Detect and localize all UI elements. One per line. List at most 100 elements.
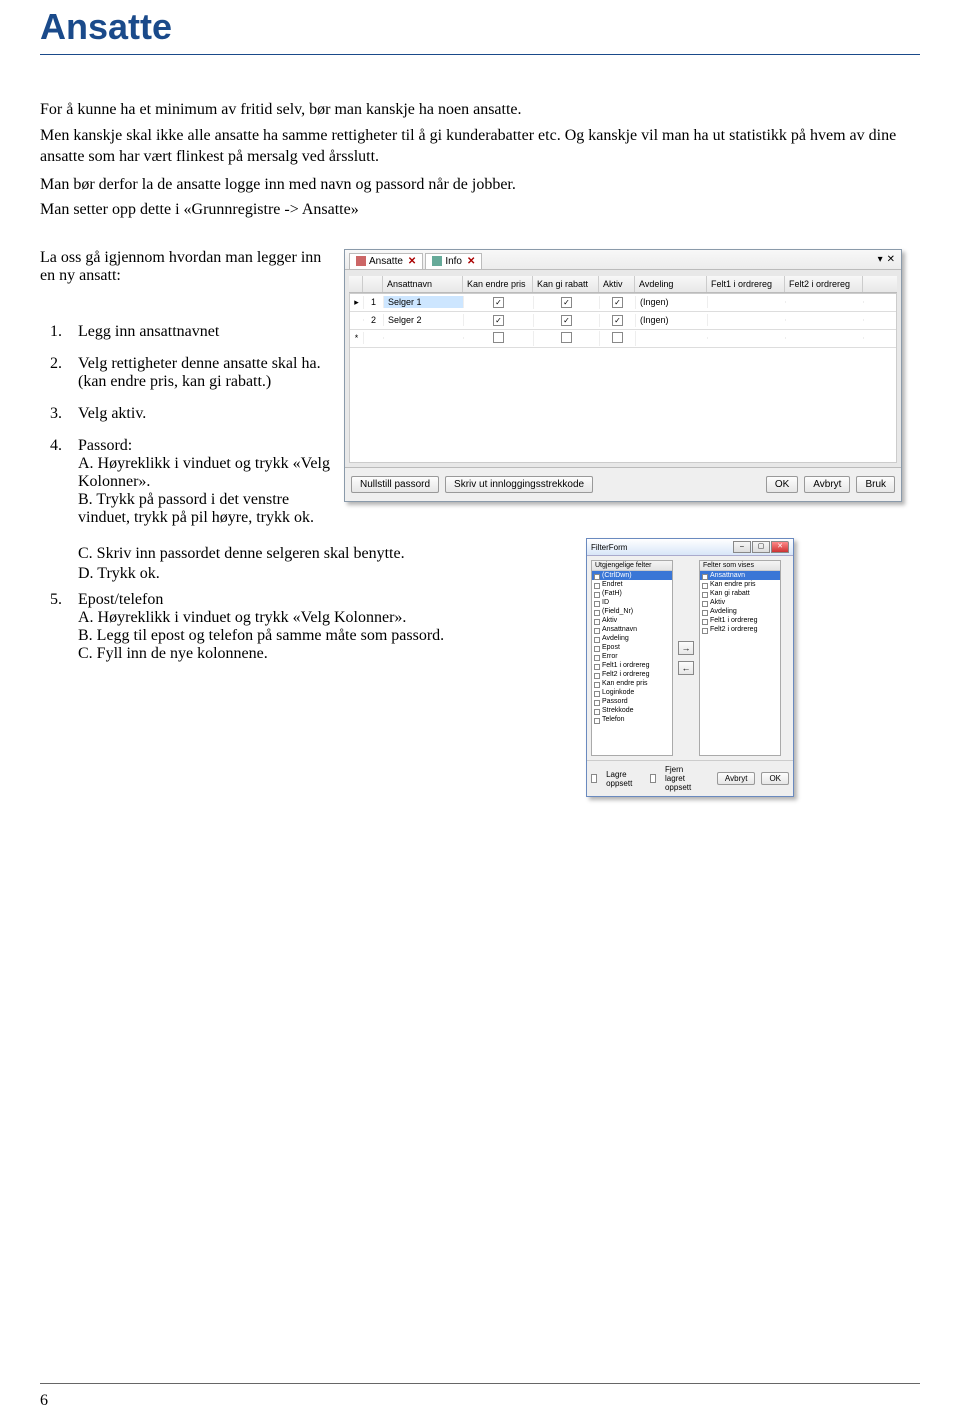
maximize-icon[interactable]: ▢ <box>752 541 770 553</box>
close-panel-icon[interactable]: ✕ <box>887 254 895 265</box>
step-4: Passord: A. Høyreklikk i vinduet og tryk… <box>60 437 330 527</box>
fjern-oppsett-label: Fjern lagret oppsett <box>665 765 705 792</box>
row-avd[interactable]: (Ingen) <box>636 314 708 326</box>
step-4-title: Passord: <box>78 437 132 454</box>
list-item[interactable]: Ansattnavn <box>592 625 672 634</box>
list-item[interactable]: Kan endre pris <box>592 679 672 688</box>
arrow-left-button[interactable]: ← <box>678 661 694 675</box>
step-5a: A. Høyreklikk i vinduet og trykk «Velg K… <box>78 609 600 627</box>
row-avd[interactable]: (Ingen) <box>636 296 708 308</box>
list-item[interactable]: Felt2 i ordrereg <box>700 625 780 634</box>
ansatte-tab-icon <box>356 256 366 266</box>
list-item[interactable]: Felt1 i ordrereg <box>592 661 672 670</box>
list-item[interactable]: Passord <box>592 697 672 706</box>
ansatte-window: Ansatte ✕ Info ✕ ▾ ✕ Ansattnavn Kan endre p… <box>344 249 902 502</box>
intro-p4: Man setter opp dette i «Grunnregistre ->… <box>40 199 920 221</box>
lagre-oppsett-label: Lagre oppsett <box>606 770 634 788</box>
list-item[interactable]: Kan gi rabatt <box>700 589 780 598</box>
close-icon[interactable]: ✕ <box>408 256 416 267</box>
step-5-title: Epost/telefon <box>78 591 163 608</box>
step-4a: A. Høyreklikk i vinduet og trykk «Velg K… <box>78 455 330 491</box>
table-row[interactable]: ▸ 1 Selger 1 ✓ ✓ ✓ (Ingen) <box>350 294 896 312</box>
row-num: 2 <box>364 314 384 326</box>
grid-body[interactable]: ▸ 1 Selger 1 ✓ ✓ ✓ (Ingen) 2 Selger 2 ✓ … <box>349 293 897 463</box>
visible-fields-list[interactable]: Felter som vises AnsattnavnKan endre pri… <box>699 560 781 756</box>
list-item[interactable]: ID <box>592 598 672 607</box>
list-item[interactable]: (CtrlDwn) <box>592 571 672 580</box>
checkbox-icon[interactable]: ✓ <box>612 315 623 326</box>
visible-fields-header: Felter som vises <box>700 561 780 571</box>
list-item[interactable]: Strekkode <box>592 706 672 715</box>
nullstill-passord-button[interactable]: Nullstill passord <box>351 476 439 493</box>
col-avdeling[interactable]: Avdeling <box>635 276 707 292</box>
footer-rule <box>40 1383 920 1384</box>
row-num: 1 <box>364 296 384 308</box>
list-item[interactable]: Aktiv <box>592 616 672 625</box>
lead-in: La oss gå igjennom hvordan man legger in… <box>40 249 330 285</box>
arrow-right-button[interactable]: → <box>678 641 694 655</box>
intro-p1: For å kunne ha et minimum av fritid selv… <box>40 99 920 121</box>
checkbox-icon[interactable]: ✓ <box>493 315 504 326</box>
tab-ansatte[interactable]: Ansatte ✕ <box>349 253 423 269</box>
title-rule <box>40 54 920 55</box>
checkbox-icon[interactable] <box>591 774 597 783</box>
checkbox-icon[interactable] <box>493 332 504 343</box>
ok-button[interactable]: OK <box>766 476 798 493</box>
dialog-title: FilterForm <box>591 543 733 552</box>
col-felt2[interactable]: Felt2 i ordrereg <box>785 276 863 292</box>
col-kan-gi-rabatt[interactable]: Kan gi rabatt <box>533 276 599 292</box>
list-item[interactable]: Endret <box>592 580 672 589</box>
page-number: 6 <box>40 1392 48 1410</box>
list-item[interactable]: Felt1 i ordrereg <box>700 616 780 625</box>
dropdown-icon[interactable]: ▾ <box>878 254 883 265</box>
list-item[interactable]: Loginkode <box>592 688 672 697</box>
list-item[interactable]: (Field_Nr) <box>592 607 672 616</box>
tab-info[interactable]: Info ✕ <box>425 253 482 269</box>
dialog-avbryt-button[interactable]: Avbryt <box>717 772 756 785</box>
checkbox-icon[interactable] <box>650 774 656 783</box>
list-item[interactable]: Avdeling <box>700 607 780 616</box>
minimize-icon[interactable]: – <box>733 541 751 553</box>
skriv-ut-button[interactable]: Skriv ut innloggingsstrekkode <box>445 476 593 493</box>
bruk-button[interactable]: Bruk <box>856 476 895 493</box>
row-name[interactable]: Selger 1 <box>384 296 464 308</box>
intro-p3: Man bør derfor la de ansatte logge inn m… <box>40 174 920 196</box>
col-aktiv[interactable]: Aktiv <box>599 276 635 292</box>
list-item[interactable]: Avdeling <box>592 634 672 643</box>
step-5b: B. Legg til epost og telefon på samme må… <box>78 627 600 645</box>
col-ansattnavn[interactable]: Ansattnavn <box>383 276 463 292</box>
tab-ansatte-label: Ansatte <box>369 256 403 267</box>
checkbox-icon[interactable]: ✓ <box>612 297 623 308</box>
table-row[interactable]: 2 Selger 2 ✓ ✓ ✓ (Ingen) <box>350 312 896 330</box>
close-icon[interactable]: ✕ <box>467 256 475 267</box>
tab-info-label: Info <box>445 256 462 267</box>
row-name[interactable]: Selger 2 <box>384 314 464 326</box>
list-item[interactable]: Telefon <box>592 715 672 724</box>
list-item[interactable]: Aktiv <box>700 598 780 607</box>
step-5: Epost/telefon A. Høyreklikk i vinduet og… <box>60 591 600 663</box>
close-icon[interactable]: ✕ <box>771 541 789 553</box>
list-item[interactable]: Ansattnavn <box>700 571 780 580</box>
checkbox-icon[interactable]: ✓ <box>561 297 572 308</box>
list-item[interactable]: Kan endre pris <box>700 580 780 589</box>
list-item[interactable]: Felt2 i ordrereg <box>592 670 672 679</box>
avbryt-button[interactable]: Avbryt <box>804 476 850 493</box>
grid-header: Ansattnavn Kan endre pris Kan gi rabatt … <box>349 276 897 293</box>
col-felt1[interactable]: Felt1 i ordrereg <box>707 276 785 292</box>
list-item[interactable]: (FatH) <box>592 589 672 598</box>
table-row-new[interactable]: * <box>350 330 896 348</box>
intro-p2: Men kanskje skal ikke alle ansatte ha sa… <box>40 125 920 168</box>
step-4c: C. Skriv inn passordet denne selgeren sk… <box>40 545 600 563</box>
checkbox-icon[interactable]: ✓ <box>561 315 572 326</box>
step-4b: B. Trykk på passord i det venstre vindue… <box>78 491 330 527</box>
filterform-dialog: FilterForm – ▢ ✕ Utgjengelige felter (Ct… <box>586 538 794 797</box>
available-fields-list[interactable]: Utgjengelige felter (CtrlDwn)Endret(FatH… <box>591 560 673 756</box>
intro-text: For å kunne ha et minimum av fritid selv… <box>40 99 920 221</box>
checkbox-icon[interactable] <box>612 332 623 343</box>
list-item[interactable]: Error <box>592 652 672 661</box>
dialog-ok-button[interactable]: OK <box>761 772 789 785</box>
checkbox-icon[interactable]: ✓ <box>493 297 504 308</box>
list-item[interactable]: Epost <box>592 643 672 652</box>
checkbox-icon[interactable] <box>561 332 572 343</box>
col-kan-endre-pris[interactable]: Kan endre pris <box>463 276 533 292</box>
